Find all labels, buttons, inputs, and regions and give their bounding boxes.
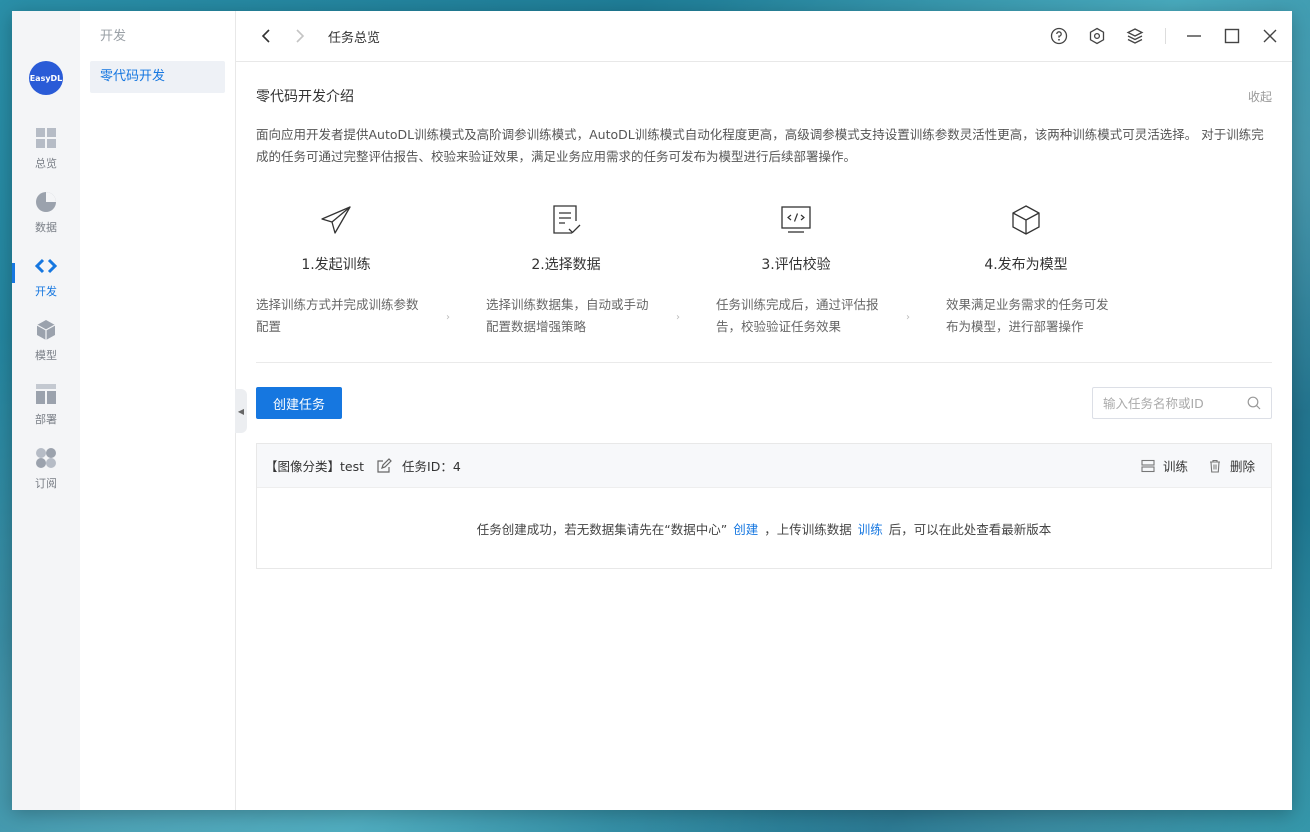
overview-icon bbox=[36, 128, 56, 148]
step-arrow-icon: › bbox=[446, 312, 450, 323]
step-title: 3.评估校验 bbox=[761, 257, 831, 273]
train-action[interactable]: 训练 bbox=[1141, 456, 1188, 475]
train-link[interactable]: 训练 bbox=[858, 519, 883, 538]
easydl-logo[interactable]: EasyDL bbox=[29, 61, 63, 95]
rail-label: 数据 bbox=[35, 221, 57, 234]
subnav-title: 开发 bbox=[100, 29, 127, 44]
step-arrow-icon: › bbox=[676, 312, 680, 323]
task-message-part2: ，上传训练数据 bbox=[764, 521, 852, 537]
logo-text: EasyDL bbox=[29, 73, 63, 83]
maximize-icon bbox=[1224, 28, 1240, 44]
code-monitor-icon bbox=[781, 206, 811, 233]
minimize-button[interactable] bbox=[1184, 26, 1204, 46]
close-button[interactable] bbox=[1260, 26, 1280, 46]
trash-icon bbox=[1209, 459, 1220, 473]
model-icon bbox=[36, 320, 56, 340]
rail-item-overview[interactable]: 总览 bbox=[12, 117, 80, 181]
layers-icon bbox=[1126, 28, 1144, 44]
delete-action[interactable]: 删除 bbox=[1208, 456, 1255, 475]
subscribe-icon bbox=[36, 448, 56, 468]
task-status-message: 任务创建成功，若无数据集请先在“数据中心” 创建 ，上传训练数据 训练 后，可以… bbox=[257, 488, 1271, 568]
search-icon[interactable] bbox=[1247, 396, 1261, 410]
section-divider bbox=[256, 362, 1272, 363]
create-task-button[interactable]: 创建任务 bbox=[256, 387, 342, 419]
intro-title: 零代码开发介绍 bbox=[256, 89, 354, 105]
rail-item-model[interactable]: 模型 bbox=[12, 309, 80, 373]
gear-icon bbox=[1089, 27, 1105, 45]
task-name: 【图像分类】test bbox=[265, 459, 365, 474]
step-description: 效果满足业务需求的任务可发布为模型，进行部署操作 bbox=[946, 297, 1109, 334]
step-evaluate: 3.评估校验 任务训练完成后，通过评估报告，校验验证任务效果 › bbox=[716, 200, 946, 338]
toolbar-separator bbox=[1165, 28, 1166, 44]
subnav-item-zero-code[interactable]: 零代码开发 bbox=[90, 61, 225, 93]
layers-button[interactable] bbox=[1125, 26, 1145, 46]
delete-label: 删除 bbox=[1229, 459, 1255, 474]
server-icon bbox=[1141, 459, 1155, 472]
task-id: 任务ID：4 bbox=[402, 459, 461, 474]
step-publish-model: 4.发布为模型 效果满足业务需求的任务可发布为模型，进行部署操作 bbox=[946, 200, 1176, 338]
task-search-input[interactable] bbox=[1103, 395, 1247, 411]
rail-item-deploy[interactable]: 部署 bbox=[12, 373, 80, 437]
step-title: 2.选择数据 bbox=[531, 257, 601, 273]
help-button[interactable] bbox=[1049, 26, 1069, 46]
task-message-part1: 任务创建成功，若无数据集请先在“数据中心” bbox=[476, 521, 728, 537]
train-label: 训练 bbox=[1162, 459, 1188, 474]
rail-label: 模型 bbox=[35, 349, 57, 362]
rail-label: 开发 bbox=[35, 285, 57, 298]
back-button[interactable] bbox=[256, 26, 276, 46]
step-description: 选择训练方式并完成训练参数配置 bbox=[256, 297, 419, 334]
rail-item-data[interactable]: 数据 bbox=[12, 181, 80, 245]
deploy-icon bbox=[36, 384, 56, 404]
collapse-intro-link[interactable]: 收起 bbox=[1248, 88, 1272, 105]
help-icon bbox=[1050, 27, 1068, 45]
sub-navigation: 开发 零代码开发 ◀ bbox=[80, 11, 247, 810]
top-bar: 任务总览 bbox=[236, 11, 1292, 62]
rail-label: 订阅 bbox=[35, 477, 57, 490]
close-icon bbox=[1263, 29, 1277, 43]
rail-item-develop[interactable]: 开发 bbox=[12, 245, 80, 309]
workflow-steps: 1.发起训练 选择训练方式并完成训练参数配置 › 2.选择数据 选择训练数据集，… bbox=[256, 200, 1272, 338]
rail-item-subscribe[interactable]: 订阅 bbox=[12, 437, 80, 501]
app-window: EasyDL 总览 数据 开发 模型 部署 订阅 开发 零代码开发 ◀ 任务总览… bbox=[12, 11, 1292, 810]
rail-label: 部署 bbox=[35, 413, 57, 426]
step-title: 1.发起训练 bbox=[301, 257, 371, 273]
cube-icon bbox=[1012, 205, 1040, 235]
breadcrumb: 任务总览 bbox=[328, 30, 381, 46]
data-icon bbox=[36, 192, 56, 212]
step-select-data: 2.选择数据 选择训练数据集，自动或手动配置数据增强策略 › bbox=[486, 200, 716, 338]
settings-button[interactable] bbox=[1087, 26, 1107, 46]
checklist-icon bbox=[553, 205, 581, 234]
step-description: 任务训练完成后，通过评估报告，校验验证任务效果 bbox=[716, 297, 879, 334]
chevron-right-icon bbox=[296, 29, 305, 43]
paper-plane-icon bbox=[321, 206, 351, 234]
main-area: 任务总览 零代码开发介绍 收起 面向应用开发者提供AutoDL训练模式及高阶调参… bbox=[236, 11, 1292, 810]
task-card: 【图像分类】test 任务ID：4 训练 删除 任务创建成功，若无数据集请先在“… bbox=[256, 443, 1272, 569]
task-message-part3: 后，可以在此处查看最新版本 bbox=[888, 521, 1052, 537]
left-rail: EasyDL 总览 数据 开发 模型 部署 订阅 bbox=[12, 11, 80, 810]
intro-description: 面向应用开发者提供AutoDL训练模式及高阶调参训练模式，AutoDL训练模式自… bbox=[256, 127, 1264, 164]
step-description: 选择训练数据集，自动或手动配置数据增强策略 bbox=[486, 297, 649, 334]
forward-button[interactable] bbox=[290, 26, 310, 46]
develop-icon bbox=[35, 258, 57, 274]
content-area: 零代码开发介绍 收起 面向应用开发者提供AutoDL训练模式及高阶调参训练模式，… bbox=[236, 62, 1292, 810]
edit-icon[interactable] bbox=[376, 457, 392, 474]
minimize-icon bbox=[1187, 35, 1201, 37]
task-search-box bbox=[1092, 387, 1272, 419]
step-arrow-icon: › bbox=[906, 312, 910, 323]
create-dataset-link[interactable]: 创建 bbox=[733, 519, 758, 538]
chevron-left-icon bbox=[261, 29, 270, 43]
step-title: 4.发布为模型 bbox=[984, 257, 1068, 273]
maximize-button[interactable] bbox=[1222, 26, 1242, 46]
rail-label: 总览 bbox=[35, 157, 57, 170]
step-launch-training: 1.发起训练 选择训练方式并完成训练参数配置 › bbox=[256, 200, 486, 338]
task-header: 【图像分类】test 任务ID：4 训练 删除 bbox=[257, 444, 1271, 488]
